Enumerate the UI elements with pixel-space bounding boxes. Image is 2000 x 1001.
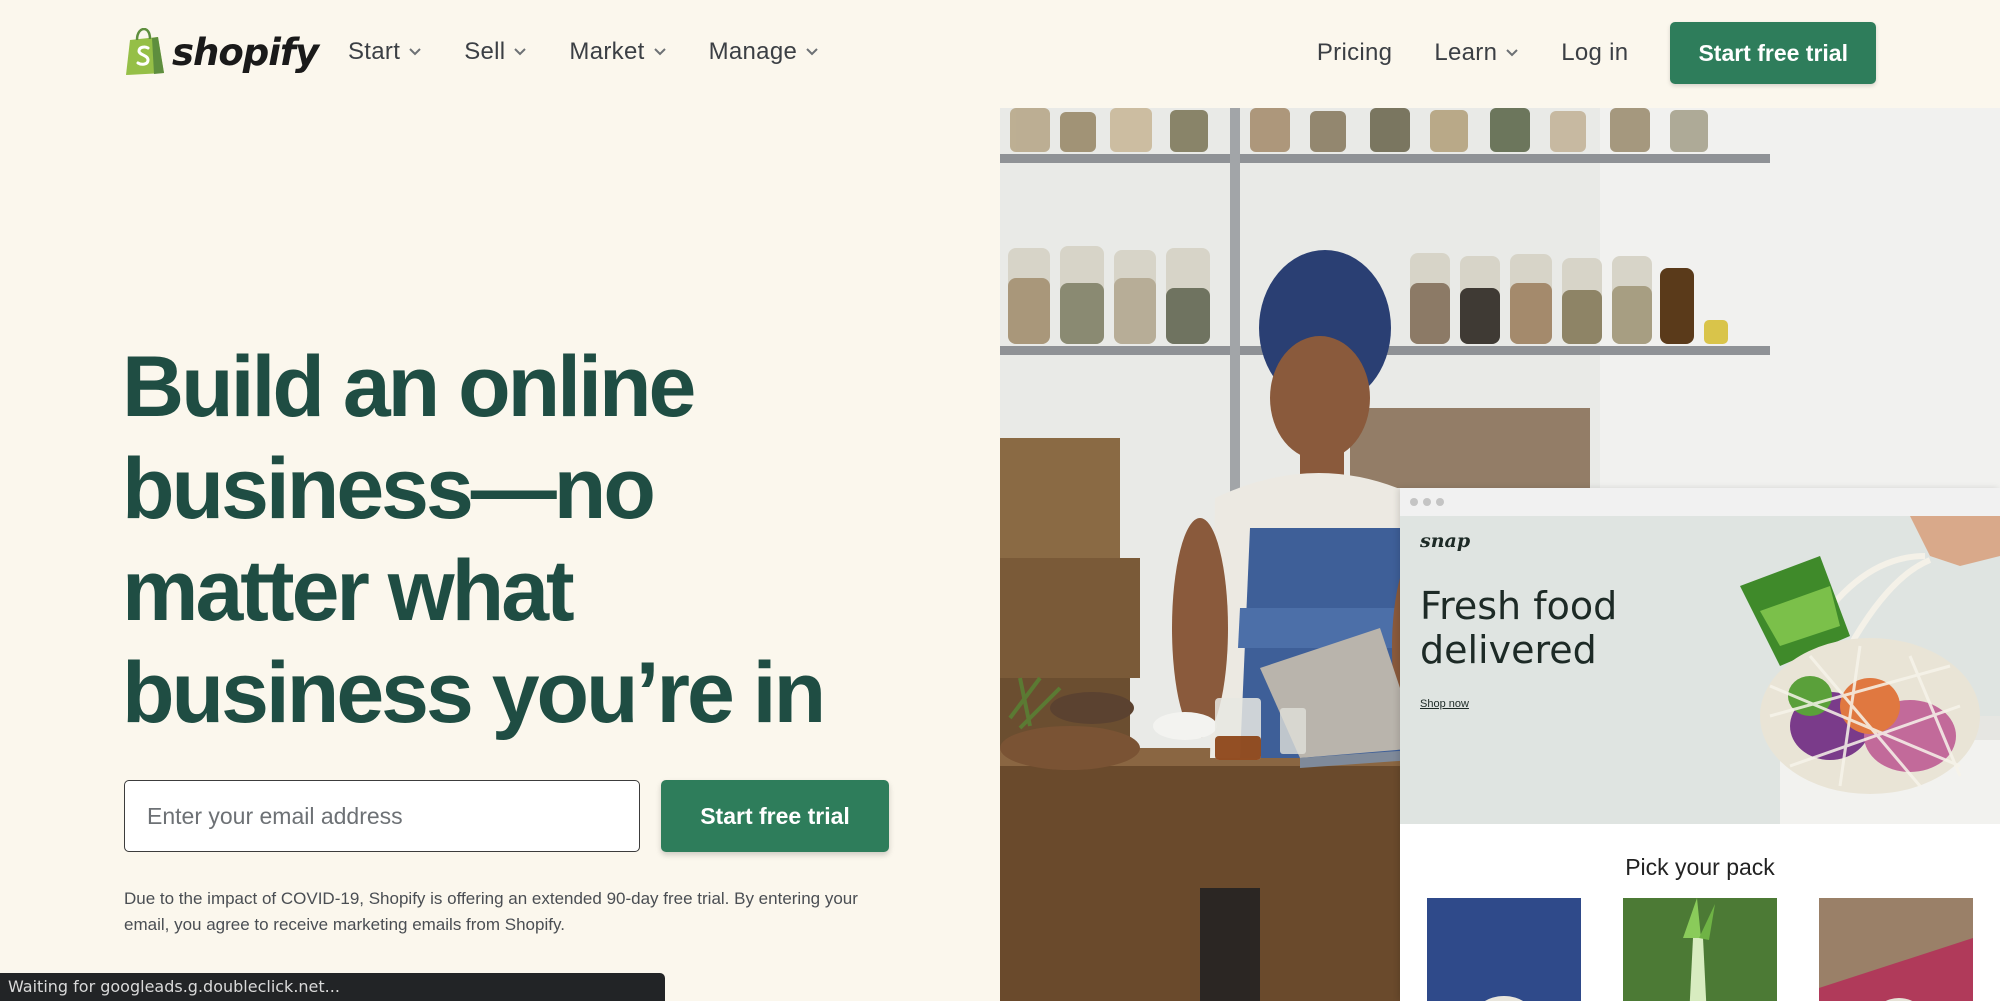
hero-headline: Build an online business—no matter what …: [122, 336, 982, 744]
nav-market[interactable]: Market: [569, 38, 666, 66]
signup-form: Start free trial: [124, 780, 889, 852]
chevron-down-icon: [806, 48, 818, 56]
chevron-down-icon: [1506, 49, 1518, 57]
nav-pricing[interactable]: Pricing: [1317, 39, 1392, 67]
nav-market-label: Market: [569, 38, 645, 65]
mockup-headline: Fresh food delivered: [1420, 584, 1618, 672]
shopping-bag-icon: [126, 28, 164, 75]
nav-manage[interactable]: Manage: [709, 38, 820, 66]
headline-line: business—no: [122, 441, 656, 537]
shopify-logo[interactable]: shopify: [124, 26, 319, 78]
mockup-banner: snap Fresh food delivered Shop now: [1400, 516, 2000, 824]
browser-status-bar: Waiting for googleads.g.doubleclick.net.…: [0, 973, 665, 1001]
headline-line: matter what: [122, 543, 575, 639]
pack-tile[interactable]: [1623, 898, 1777, 1001]
pack-tile[interactable]: [1819, 898, 1973, 1001]
headline-line: Build an online: [122, 339, 696, 435]
produce-bag-illustration: [1740, 516, 2000, 824]
window-dot: [1423, 498, 1431, 506]
headline-line: business you’re in: [122, 645, 826, 741]
window-dot: [1436, 498, 1444, 506]
window-dot: [1410, 498, 1418, 506]
chevron-down-icon: [653, 48, 666, 56]
nav-sell[interactable]: Sell: [464, 38, 527, 66]
shop-now-link[interactable]: Shop now: [1420, 698, 1469, 710]
pack-tile[interactable]: [1427, 898, 1581, 1001]
nav-start-label: Start: [348, 38, 401, 65]
nav-manage-label: Manage: [708, 38, 798, 65]
nav-learn-label: Learn: [1434, 39, 1498, 66]
header-start-trial-button[interactable]: Start free trial: [1670, 22, 1876, 84]
chevron-down-icon: [409, 48, 421, 56]
nav-sell-label: Sell: [464, 38, 506, 65]
nav-start[interactable]: Start: [348, 38, 422, 66]
hero-start-trial-button[interactable]: Start free trial: [661, 780, 889, 852]
pack-tiles: [1427, 898, 1973, 1001]
mockup-brand-logo: snap: [1420, 530, 1471, 552]
logo-wordmark: shopify: [172, 30, 319, 74]
email-input[interactable]: [124, 780, 640, 852]
secondary-nav: Pricing Learn Log in Start free trial: [1317, 22, 1876, 84]
covid-disclaimer: Due to the impact of COVID-19, Shopify i…: [124, 889, 858, 934]
browser-topbar: [1400, 488, 2000, 516]
login-link[interactable]: Log in: [1561, 39, 1628, 67]
store-mockup: snap Fresh food delivered Shop now Pick …: [1400, 488, 2000, 1001]
primary-nav: Start Sell Market Manage: [348, 30, 819, 74]
site-header: shopify Start Sell Market Manage Pricing…: [0, 0, 2000, 106]
chevron-down-icon: [514, 48, 527, 56]
mockup-section-title: Pick your pack: [1625, 854, 1775, 880]
nav-learn[interactable]: Learn: [1434, 39, 1519, 67]
